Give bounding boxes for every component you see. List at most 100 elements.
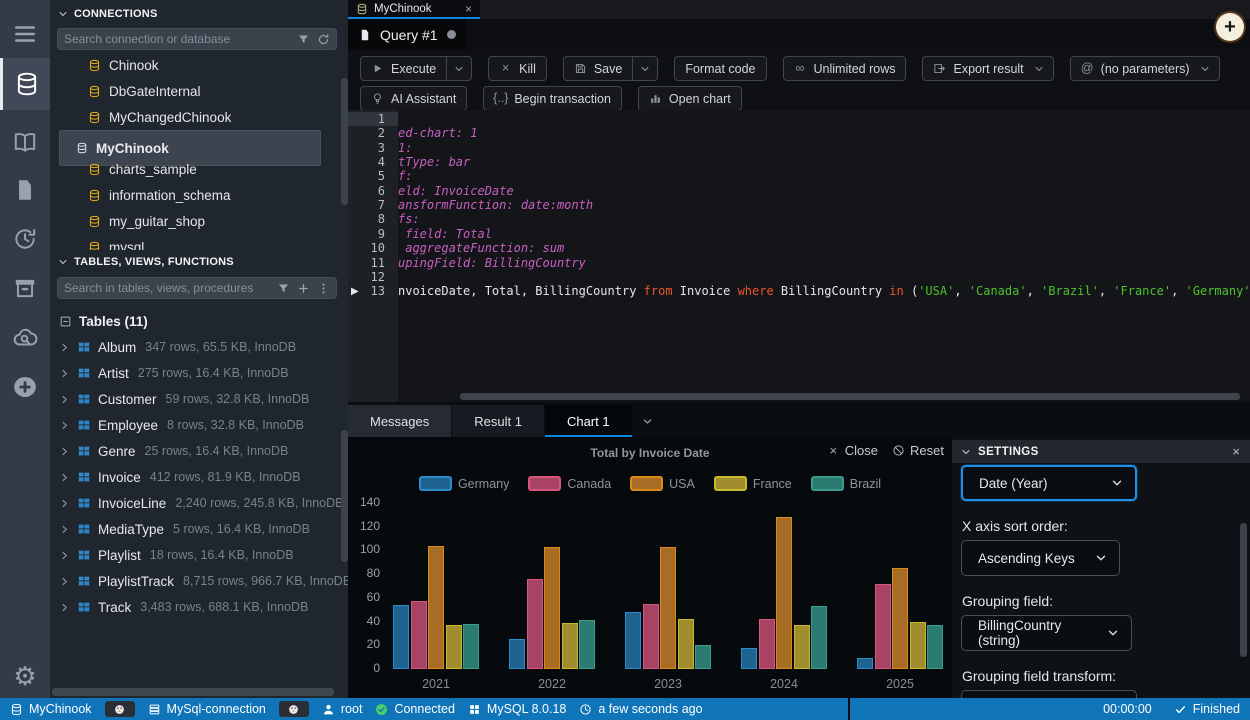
connection-search[interactable]: [57, 28, 337, 50]
editor-hscrollbar[interactable]: [460, 393, 1240, 400]
connection-item[interactable]: mysql: [78, 234, 340, 250]
grouping-field-select[interactable]: BillingCountry (string): [961, 615, 1132, 651]
chart-reset-button[interactable]: Reset: [892, 443, 944, 458]
table-row[interactable]: Employee8 rows, 32.8 KB, InnoDB: [50, 412, 348, 438]
table-row[interactable]: Playlist18 rows, 16.4 KB, InnoDB: [50, 542, 348, 568]
unlimited-rows-button[interactable]: ∞Unlimited rows: [783, 56, 907, 81]
settings-close-icon[interactable]: ×: [1232, 444, 1250, 459]
result-tab-result-1[interactable]: Result 1: [452, 405, 545, 437]
chevron-down-icon: [642, 416, 653, 427]
table-meta: 412 rows, 81.9 KB, InnoDB: [150, 470, 301, 484]
refresh-icon[interactable]: [317, 33, 330, 46]
filter-icon[interactable]: [277, 282, 290, 295]
connection-item[interactable]: charts_sample: [78, 156, 340, 182]
database-tab-strip: MyChinook ×: [348, 0, 1250, 19]
result-tab-chart-1[interactable]: Chart 1: [545, 405, 633, 437]
bar-germany-2024: [741, 648, 757, 669]
theme-badge[interactable]: [105, 701, 135, 717]
table-row[interactable]: PlaylistTrack8,715 rows, 966.7 KB, InnoD…: [50, 568, 348, 594]
export-result-button[interactable]: Export result: [922, 56, 1053, 81]
rail-item-cloud-search[interactable]: [0, 316, 50, 360]
save-button[interactable]: Save: [563, 56, 659, 81]
statusbar-mysql-connection[interactable]: MySql-connection: [148, 702, 266, 716]
sql-editor[interactable]: 12345678910111213▶ ed-chart: 11:tType: b…: [348, 110, 1250, 402]
connection-item[interactable]: MyChangedChinook: [78, 104, 340, 130]
rail-item-files[interactable]: [0, 168, 50, 212]
table-name: MediaType: [98, 522, 164, 537]
no-parameters-button[interactable]: @(no parameters): [1070, 56, 1220, 81]
table-icon: [77, 366, 91, 380]
format-code-button[interactable]: Format code: [674, 56, 766, 81]
table-row[interactable]: MediaType5 rows, 16.4 KB, InnoDB: [50, 516, 348, 542]
toolbar: Execute ×Kill Save Format code ∞Unlimited ro…: [348, 50, 1250, 110]
table-row[interactable]: Album347 rows, 65.5 KB, InnoDB: [50, 334, 348, 360]
table-row[interactable]: Invoice412 rows, 81.9 KB, InnoDB: [50, 464, 348, 490]
chart-close-button[interactable]: × Close: [827, 443, 878, 458]
table-row[interactable]: Artist275 rows, 16.4 KB, InnoDB: [50, 360, 348, 386]
split-dropdown[interactable]: [632, 57, 657, 80]
open-chart-button[interactable]: Open chart: [638, 86, 742, 111]
begin-transaction-button[interactable]: {..}Begin transaction: [483, 86, 622, 111]
legend-item-canada[interactable]: Canada: [528, 476, 611, 491]
connections-scrollbar[interactable]: [341, 78, 348, 205]
chevron-down-icon: [1111, 477, 1123, 489]
close-tab-icon[interactable]: ×: [465, 2, 472, 16]
legend-item-usa[interactable]: USA: [630, 476, 695, 491]
rail-item-favorites[interactable]: [0, 120, 50, 164]
bar-germany-2022: [509, 639, 525, 669]
rail-item-menu[interactable]: [0, 12, 50, 56]
result-tab-messages[interactable]: Messages: [348, 405, 452, 437]
connection-item[interactable]: DbGateInternal: [78, 78, 340, 104]
menu-kebab-icon[interactable]: [317, 282, 330, 295]
sort-order-select[interactable]: Ascending Keys: [961, 540, 1120, 576]
legend-item-brazil[interactable]: Brazil: [811, 476, 881, 491]
sidebar-hscrollbar[interactable]: [52, 688, 334, 696]
rail-item-add[interactable]: [0, 365, 50, 409]
kill-button[interactable]: ×Kill: [488, 56, 547, 81]
tables-header[interactable]: TABLES, VIEWS, FUNCTIONS: [50, 250, 348, 274]
table-meta: 18 rows, 16.4 KB, InnoDB: [150, 548, 294, 562]
filter-icon[interactable]: [297, 33, 310, 46]
collapse-icon[interactable]: [59, 315, 72, 328]
connection-item[interactable]: my_guitar_shop: [78, 208, 340, 234]
tables-search[interactable]: [57, 277, 337, 299]
rail-item-databases[interactable]: [0, 58, 50, 110]
connections-header[interactable]: CONNECTIONS: [50, 2, 348, 26]
file-icon: [12, 177, 38, 203]
table-name: Track: [98, 600, 131, 615]
bar-canada-2022: [527, 579, 543, 669]
statusbar-mychinook[interactable]: MyChinook: [10, 702, 92, 716]
query-tab[interactable]: Query #1: [348, 19, 466, 50]
database-tab[interactable]: MyChinook ×: [348, 0, 480, 17]
legend-item-germany[interactable]: Germany: [419, 476, 509, 491]
date-transform-select[interactable]: Date (Year): [961, 465, 1137, 501]
chevron-right-icon: [59, 394, 70, 405]
tabs-dropdown[interactable]: [633, 405, 663, 437]
tables-scrollbar[interactable]: [341, 430, 348, 562]
table-row[interactable]: Genre25 rows, 16.4 KB, InnoDB: [50, 438, 348, 464]
theme-badge[interactable]: [279, 701, 309, 717]
new-tab-button[interactable]: +: [1216, 13, 1244, 41]
legend-item-france[interactable]: France: [714, 476, 792, 491]
table-row[interactable]: Track 3,483 rows, 688.1 KB, InnoDB: [50, 594, 348, 620]
tables-group[interactable]: Tables (11): [50, 308, 348, 334]
button-label: Save: [594, 62, 623, 76]
rail-item-archive[interactable]: [0, 266, 50, 310]
rail-item-settings[interactable]: ⚙: [0, 654, 50, 698]
connection-item[interactable]: information_schema: [78, 182, 340, 208]
ai-assistant-button[interactable]: AI Assistant: [360, 86, 467, 111]
table-row[interactable]: Customer59 rows, 32.8 KB, InnoDB: [50, 386, 348, 412]
connection-search-input[interactable]: [64, 32, 290, 46]
rail-item-history[interactable]: [0, 217, 50, 261]
connection-item[interactable]: Chinook: [78, 52, 340, 78]
settings-header[interactable]: SETTINGS ×: [952, 440, 1250, 463]
grouping-transform-select[interactable]: [961, 690, 1137, 698]
settings-scrollbar[interactable]: [1240, 523, 1247, 657]
add-icon[interactable]: [297, 282, 310, 295]
tables-search-input[interactable]: [64, 281, 270, 295]
split-dropdown[interactable]: [446, 57, 471, 80]
execute-button[interactable]: Execute: [360, 56, 472, 81]
table-row[interactable]: InvoiceLine2,240 rows, 245.8 KB, InnoDB: [50, 490, 348, 516]
table-meta: 3,483 rows, 688.1 KB, InnoDB: [140, 600, 308, 614]
chevron-right-icon: [59, 576, 70, 587]
